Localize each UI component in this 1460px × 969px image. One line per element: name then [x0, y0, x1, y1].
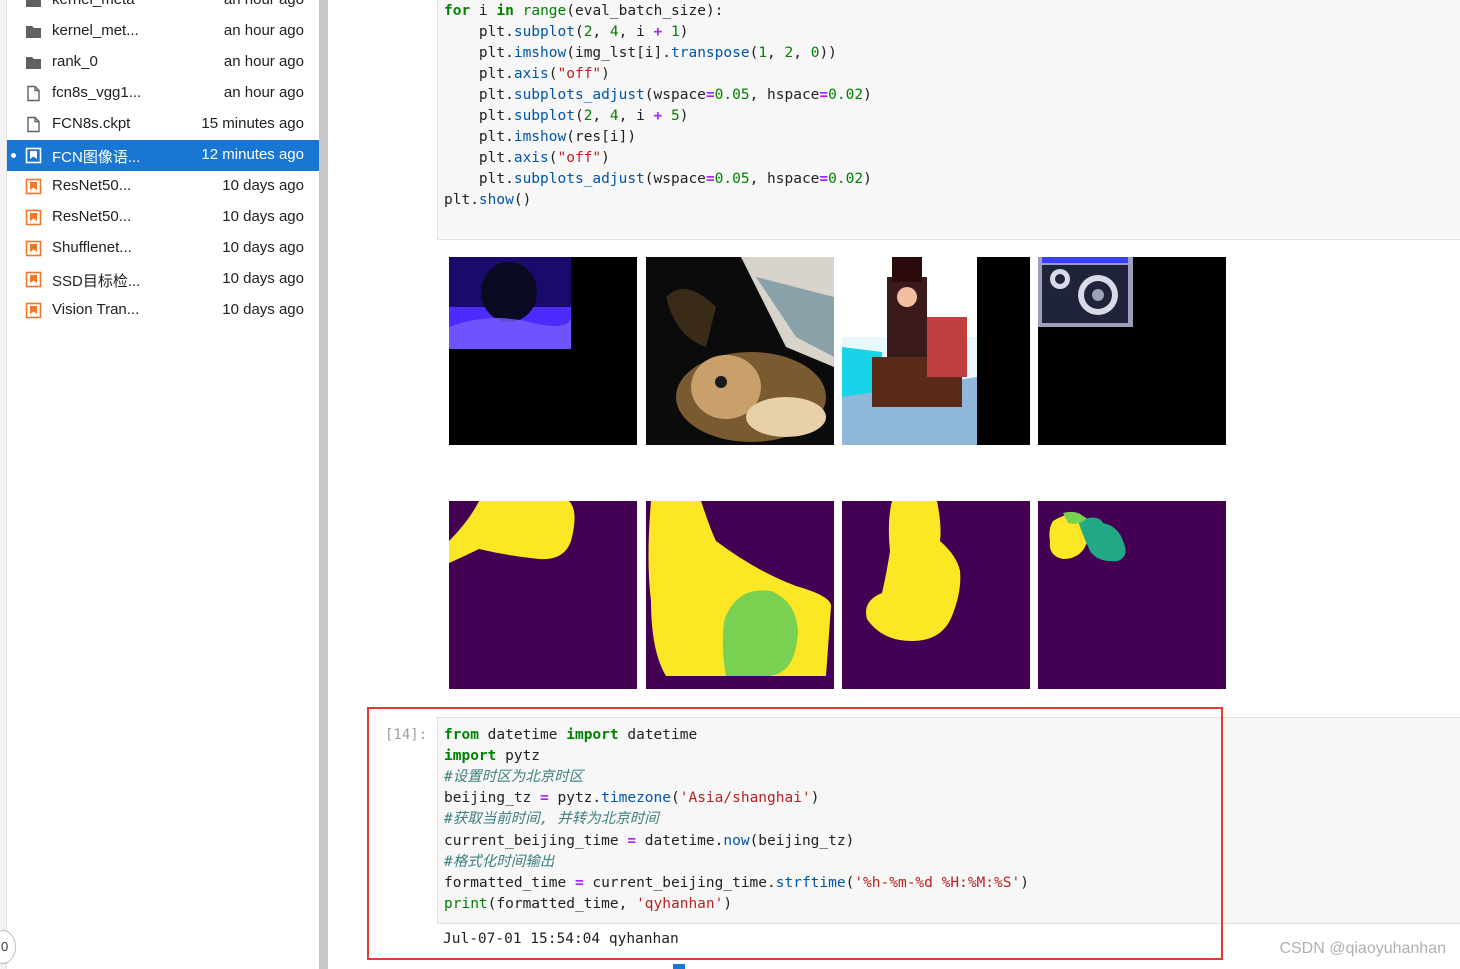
file-name: SSD目标检...	[52, 273, 141, 290]
edge-badge[interactable]: 0	[0, 930, 16, 964]
notebook-icon	[25, 302, 42, 319]
file-modified: 10 days ago	[222, 208, 304, 225]
file-modified: 15 minutes ago	[201, 115, 304, 132]
notebook-icon	[25, 271, 42, 288]
code-line: plt.imshow(res[i])	[444, 129, 637, 145]
file-row-vision-transformer[interactable]: Vision Tran... 10 days ago	[7, 295, 319, 326]
file-name: rank_0	[52, 53, 98, 70]
file-row-fcn8s-vgg[interactable]: fcn8s_vgg1... an hour ago	[7, 78, 319, 109]
file-icon	[27, 85, 40, 102]
file-row-resnet50-b[interactable]: ResNet50... 10 days ago	[7, 202, 319, 233]
input-image-3	[842, 257, 1030, 445]
running-indicator-icon	[11, 153, 16, 158]
notebook-icon	[25, 209, 42, 226]
segmentation-mask-3	[842, 501, 1030, 689]
file-modified: 10 days ago	[222, 301, 304, 318]
segmentation-mask-2	[646, 501, 834, 689]
input-image-4	[1038, 257, 1226, 445]
code-line: for i in range(eval_batch_size):	[444, 3, 724, 19]
edge-badge-text: 0	[1, 939, 9, 954]
file-modified: an hour ago	[223, 53, 304, 70]
code-line: plt.axis("off")	[444, 66, 610, 82]
cell-13-code-editor[interactable]: for i in range(eval_batch_size): plt.sub…	[437, 0, 1460, 240]
sidebar-splitter[interactable]	[319, 0, 328, 969]
file-row-fcn8s-ckpt[interactable]: FCN8s.ckpt 15 minutes ago	[7, 109, 319, 140]
activity-bar-edge	[0, 0, 7, 969]
file-name: Vision Tran...	[52, 301, 140, 318]
segmentation-mask-4	[1038, 501, 1226, 689]
file-modified: an hour ago	[223, 22, 304, 39]
file-name: fcn8s_vgg1...	[52, 84, 142, 101]
file-modified: 10 days ago	[222, 177, 304, 194]
code-line: plt.show()	[444, 192, 532, 208]
file-row-fcn-notebook[interactable]: FCN图像语... 12 minutes ago	[7, 140, 319, 171]
file-name: kernel_meta	[52, 0, 135, 8]
file-name: kernel_met...	[52, 22, 139, 39]
watermark: CSDN @qiaoyuhanhan	[1279, 940, 1446, 957]
file-modified: an hour ago	[223, 84, 304, 101]
segmentation-mask-1	[449, 501, 637, 689]
input-image-1	[449, 257, 637, 445]
code-line: plt.subplots_adjust(wspace=0.05, hspace=…	[444, 87, 872, 103]
file-row-shufflenet[interactable]: Shufflenet... 10 days ago	[7, 233, 319, 264]
file-row-rank-0[interactable]: rank_0 an hour ago	[7, 47, 319, 78]
file-row-resnet50-a[interactable]: ResNet50... 10 days ago	[7, 171, 319, 202]
folder-icon	[26, 26, 41, 38]
file-modified: 10 days ago	[222, 270, 304, 287]
file-modified: 10 days ago	[222, 239, 304, 256]
code-line: plt.imshow(img_lst[i].transpose(1, 2, 0)…	[444, 45, 837, 61]
file-row-kernel-met[interactable]: kernel_met... an hour ago	[7, 16, 319, 47]
file-browser: kernel_meta an hour ago kernel_met... an…	[0, 0, 320, 969]
notebook-icon	[25, 147, 42, 164]
folder-icon	[26, 57, 41, 69]
file-row-ssd[interactable]: SSD目标检... 10 days ago	[7, 264, 319, 295]
folder-icon	[26, 0, 41, 7]
file-name: Shufflenet...	[52, 239, 132, 256]
notebook-icon	[25, 240, 42, 257]
file-name: ResNet50...	[52, 208, 132, 225]
file-list: kernel_meta an hour ago kernel_met... an…	[7, 0, 319, 326]
code-line: plt.subplot(2, 4, i + 5)	[444, 108, 689, 124]
file-name: FCN8s.ckpt	[52, 115, 131, 132]
file-modified: 12 minutes ago	[201, 146, 304, 163]
input-image-2	[646, 257, 834, 445]
code-line: plt.subplots_adjust(wspace=0.05, hspace=…	[444, 171, 872, 187]
file-icon	[27, 116, 40, 133]
file-name: FCN图像语...	[52, 149, 141, 166]
notebook-icon	[25, 178, 42, 195]
file-row-kernel-meta[interactable]: kernel_meta an hour ago	[7, 0, 319, 16]
code-line: plt.subplot(2, 4, i + 1)	[444, 24, 689, 40]
file-name: ResNet50...	[52, 177, 132, 194]
file-modified: an hour ago	[224, 0, 304, 8]
highlight-annotation-box	[367, 707, 1223, 960]
active-cell-marker	[673, 964, 685, 969]
code-line: plt.axis("off")	[444, 150, 610, 166]
